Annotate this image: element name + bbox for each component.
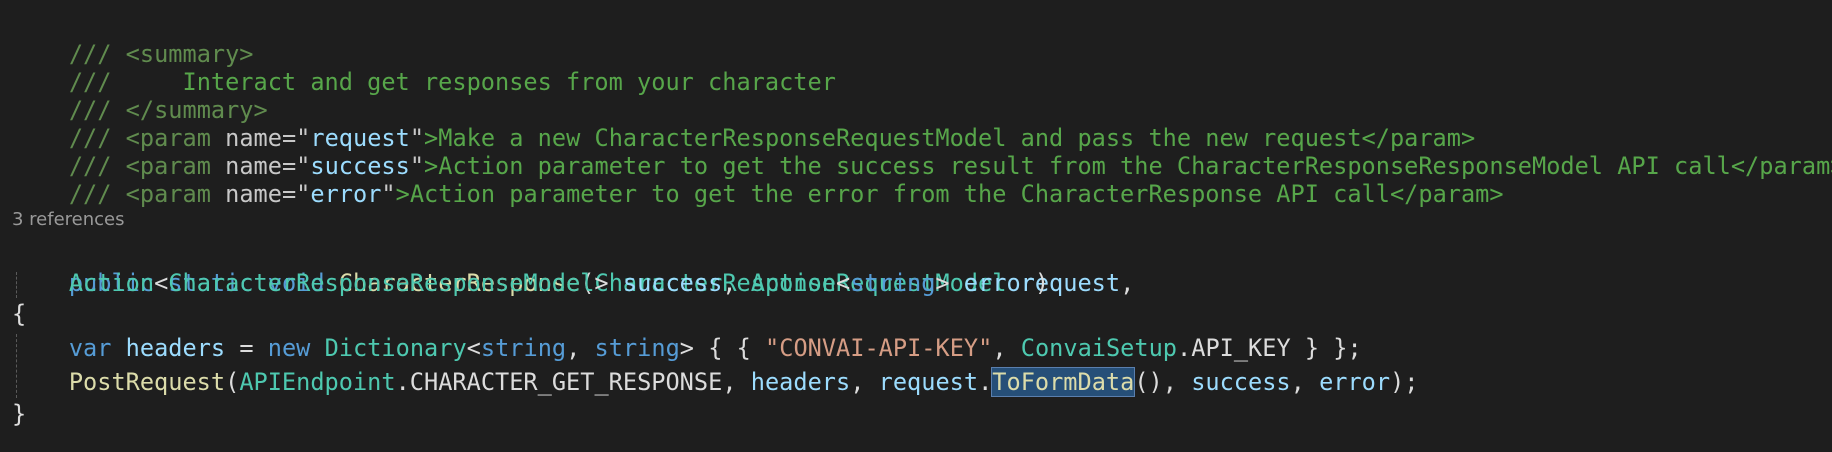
dot: . xyxy=(1177,334,1192,362)
gt: > xyxy=(594,269,609,297)
codelens-references[interactable]: 3 references xyxy=(12,208,125,232)
doc-comment-param-error: /// <param name="error">Action parameter… xyxy=(12,146,1504,208)
param-tag-open: <param xyxy=(125,180,211,208)
lt: < xyxy=(466,334,481,362)
paren-close: ) xyxy=(1034,269,1050,297)
comma: , xyxy=(722,269,737,297)
param3-type[interactable]: Action xyxy=(751,269,836,297)
type-dictionary[interactable]: Dictionary xyxy=(325,334,467,362)
statement-end: ); xyxy=(1390,368,1419,396)
comma: , xyxy=(566,334,581,362)
keyword-string: string xyxy=(594,334,680,362)
param2-name[interactable]: success xyxy=(623,269,722,297)
arg-request[interactable]: request xyxy=(879,368,978,396)
brace-open: { xyxy=(12,300,27,328)
indent-guide xyxy=(16,334,17,398)
const-api-key[interactable]: API_KEY xyxy=(1191,334,1290,362)
param-description-error: >Action parameter to get the error from … xyxy=(395,180,1504,208)
equals: = xyxy=(239,334,254,362)
arg-success[interactable]: success xyxy=(1191,368,1290,396)
arg-headers[interactable]: headers xyxy=(751,368,850,396)
comma: , xyxy=(850,368,865,396)
arg-error[interactable]: error xyxy=(1319,368,1390,396)
dot: . xyxy=(978,368,993,396)
selected-method-to-form-data[interactable]: ToFormData xyxy=(991,367,1136,397)
param-quote-close: " xyxy=(381,180,396,208)
comma: , xyxy=(722,368,737,396)
comma: , xyxy=(1162,368,1177,396)
param2-generic-type[interactable]: CharacterResponseResponseModel xyxy=(168,269,594,297)
const-character-get-response[interactable]: CHARACTER_GET_RESPONSE xyxy=(410,368,723,396)
class-api-endpoint[interactable]: APIEndpoint xyxy=(239,368,395,396)
comma: , xyxy=(992,334,1007,362)
gt: > xyxy=(935,269,950,297)
comma: , xyxy=(1120,269,1135,297)
variable-headers[interactable]: headers xyxy=(126,334,225,362)
param3-name[interactable]: error xyxy=(964,269,1035,297)
method-post-request[interactable]: PostRequest xyxy=(69,368,225,396)
lt: < xyxy=(835,269,851,297)
indent-guide xyxy=(16,272,17,298)
body-line-headers: var headers = new Dictionary<string, str… xyxy=(12,332,1362,364)
initializer-open: > { { xyxy=(679,334,751,362)
lt: < xyxy=(154,269,169,297)
keyword-string: string xyxy=(480,334,567,362)
doc-prefix: /// xyxy=(68,180,112,208)
param-name-error: error xyxy=(310,180,382,208)
call-parens: () xyxy=(1134,368,1163,396)
method-signature-line-2: Action<CharacterResponseResponseModel> s… xyxy=(12,267,1049,299)
dot: . xyxy=(395,368,410,396)
param2-type[interactable]: Action xyxy=(69,269,154,297)
brace-close: } xyxy=(12,400,27,428)
body-line-post-request: PostRequest(APIEndpoint.CHARACTER_GET_RE… xyxy=(12,366,1419,398)
param3-generic-type[interactable]: string xyxy=(850,269,935,297)
string-literal-api-key: "CONVAI-API-KEY" xyxy=(765,334,993,362)
method-signature-line-1: public static void CharacterResponse(Cha… xyxy=(12,235,1134,297)
paren-open: ( xyxy=(225,368,240,396)
param-quote-open: " xyxy=(296,180,311,208)
keyword-var: var xyxy=(68,334,112,362)
param-attr-name: name= xyxy=(225,180,297,208)
initializer-close: } }; xyxy=(1304,334,1362,362)
class-convai-setup[interactable]: ConvaiSetup xyxy=(1021,334,1177,362)
comma: , xyxy=(1290,368,1305,396)
code-editor[interactable]: /// <summary> /// Interact and get respo… xyxy=(0,0,1832,452)
keyword-new: new xyxy=(267,334,311,362)
